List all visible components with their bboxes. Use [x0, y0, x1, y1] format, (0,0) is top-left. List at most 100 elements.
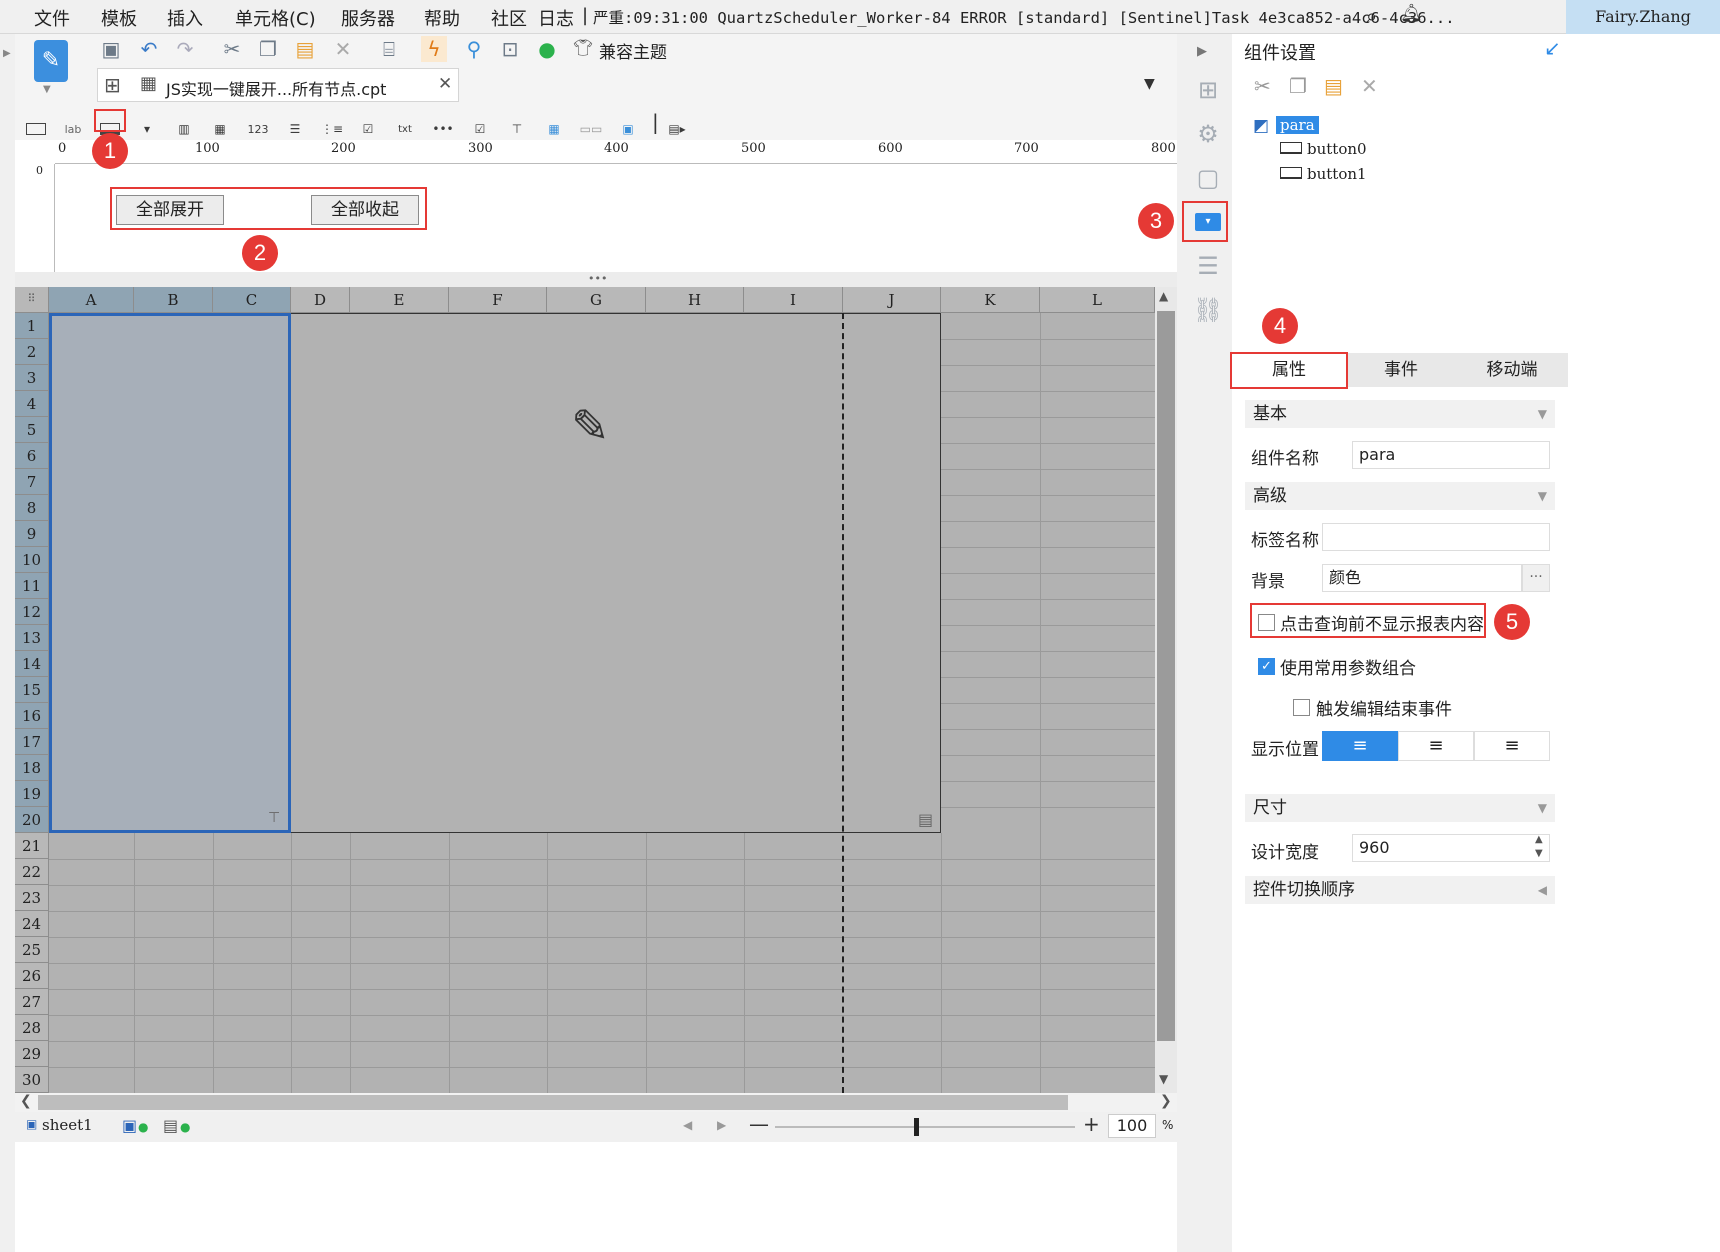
- column-header[interactable]: E: [350, 287, 449, 313]
- row-header[interactable]: 9: [15, 521, 49, 547]
- tab-events[interactable]: 事件: [1346, 353, 1456, 387]
- file-tab-label[interactable]: JS实现一键展开...所有节点.cpt: [166, 76, 386, 100]
- row-header[interactable]: 3: [15, 365, 49, 391]
- row-header[interactable]: 17: [15, 729, 49, 755]
- next-sheet-icon[interactable]: ▶: [717, 1118, 726, 1132]
- table-tree-widget-icon[interactable]: ▦: [541, 118, 567, 140]
- listbox-widget-icon[interactable]: ▥: [171, 118, 197, 140]
- log-message[interactable]: 严重:09:31:00 QuartzScheduler_Worker-84 ER…: [593, 6, 1483, 28]
- collapse-panel-icon[interactable]: ▶: [1197, 44, 1207, 59]
- column-header[interactable]: I: [744, 287, 843, 313]
- widget-library-icon[interactable]: ⚙: [1190, 116, 1226, 152]
- app-logo-icon[interactable]: ✎: [34, 40, 68, 82]
- zoom-slider-handle[interactable]: [914, 1118, 919, 1136]
- row-header[interactable]: 16: [15, 703, 49, 729]
- row-header[interactable]: 4: [15, 391, 49, 417]
- textbox-widget-icon[interactable]: [23, 118, 49, 140]
- row-header[interactable]: 23: [15, 885, 49, 911]
- column-header[interactable]: G: [547, 287, 646, 313]
- file-widget-icon[interactable]: ▣: [615, 118, 641, 140]
- column-header[interactable]: A: [49, 287, 134, 313]
- tree-node-button0[interactable]: button0: [1307, 140, 1367, 158]
- row-header[interactable]: 12: [15, 599, 49, 625]
- delete-icon[interactable]: ✕: [330, 36, 356, 62]
- row-header[interactable]: 18: [15, 755, 49, 781]
- use-common-params-label[interactable]: 使用常用参数组合: [1280, 654, 1416, 679]
- pin-icon[interactable]: ↙: [1544, 36, 1561, 60]
- radio-group-widget-icon[interactable]: ⋮≡: [319, 118, 345, 140]
- menu-file[interactable]: 文件: [34, 5, 70, 31]
- date-widget-icon[interactable]: ▦: [207, 118, 233, 140]
- row-header[interactable]: 30: [15, 1067, 49, 1093]
- dropdown-menu-icon[interactable]: ▼: [1144, 76, 1155, 92]
- row-header[interactable]: 28: [15, 1015, 49, 1041]
- row-header[interactable]: 6: [15, 443, 49, 469]
- frame-icon[interactable]: ▢: [1190, 160, 1226, 196]
- scroll-left-icon[interactable]: ❮: [20, 1093, 32, 1109]
- row-header[interactable]: 26: [15, 963, 49, 989]
- label-name-input[interactable]: [1322, 523, 1550, 551]
- checkbox-group-widget-icon[interactable]: ☑: [355, 118, 381, 140]
- spreadsheet-grid[interactable]: ⠿ A B C D E F G H I J K L 1 2 3 4 5 6 7 …: [15, 287, 1177, 1093]
- trigger-edit-end-checkbox[interactable]: [1293, 699, 1310, 716]
- scroll-up-icon[interactable]: ▲: [1159, 289, 1168, 303]
- select-all-icon[interactable]: ⠿: [15, 287, 49, 313]
- more-widgets-icon[interactable]: ▤▸: [664, 118, 690, 140]
- menu-help[interactable]: 帮助: [424, 5, 460, 31]
- row-header[interactable]: 14: [15, 651, 49, 677]
- row-header[interactable]: 22: [15, 859, 49, 885]
- grid-icon[interactable]: ⊞: [104, 73, 121, 97]
- tag-widget-icon[interactable]: ▭▭: [578, 118, 604, 140]
- align-left-button[interactable]: ≡: [1322, 731, 1398, 761]
- text-widget-icon[interactable]: txt: [392, 118, 418, 140]
- log-label[interactable]: 日志: [538, 5, 574, 31]
- menu-community[interactable]: 社区: [491, 5, 527, 31]
- row-header[interactable]: 15: [15, 677, 49, 703]
- column-header[interactable]: D: [291, 287, 350, 313]
- menu-insert[interactable]: 插入: [167, 5, 203, 31]
- column-header[interactable]: B: [134, 287, 213, 313]
- align-center-button[interactable]: ≡: [1398, 731, 1474, 761]
- close-icon[interactable]: ✕: [438, 74, 452, 94]
- zoom-slider[interactable]: [775, 1126, 1075, 1128]
- tab-mobile[interactable]: 移动端: [1456, 353, 1568, 387]
- h-scrollbar-thumb[interactable]: [38, 1095, 1068, 1110]
- link-icon[interactable]: ⛓: [1190, 292, 1226, 328]
- scroll-down-icon[interactable]: ▼: [1159, 1072, 1168, 1086]
- row-header[interactable]: 1: [15, 313, 49, 339]
- paste-icon[interactable]: ▤: [292, 36, 318, 62]
- column-header[interactable]: J: [843, 287, 941, 313]
- trigger-edit-end-label[interactable]: 触发编辑结束事件: [1316, 695, 1452, 720]
- sheet-tab[interactable]: sheet1: [42, 1116, 93, 1134]
- plugin-icon[interactable]: ⚲: [461, 36, 487, 62]
- row-header[interactable]: 24: [15, 911, 49, 937]
- row-header[interactable]: 21: [15, 833, 49, 859]
- bell-icon[interactable]: 🔔︎: [1400, 3, 1423, 24]
- section-size[interactable]: 尺寸 ▼: [1245, 794, 1555, 822]
- scroll-right-icon[interactable]: ❯: [1160, 1093, 1172, 1109]
- undo-icon[interactable]: ↶: [136, 36, 162, 62]
- zoom-input[interactable]: 100: [1108, 1114, 1156, 1138]
- textarea-widget-icon[interactable]: ☰: [282, 118, 308, 140]
- section-basic[interactable]: 基本 ▼: [1245, 400, 1555, 428]
- tree-widget-icon[interactable]: ⊤: [504, 118, 530, 140]
- row-header[interactable]: 2: [15, 339, 49, 365]
- check-circle-icon[interactable]: ●: [534, 36, 560, 62]
- prev-sheet-icon[interactable]: ◀: [683, 1118, 692, 1132]
- row-header[interactable]: 8: [15, 495, 49, 521]
- list-icon[interactable]: ☰: [1190, 248, 1226, 284]
- zoom-in-icon[interactable]: +: [1083, 1112, 1100, 1136]
- row-header[interactable]: 5: [15, 417, 49, 443]
- combobox-widget-icon[interactable]: ▾: [134, 118, 160, 140]
- search-icon[interactable]: ⌕: [1366, 4, 1377, 28]
- redo-icon[interactable]: ↷: [172, 36, 198, 62]
- background-select[interactable]: 颜色: [1322, 564, 1522, 592]
- spinner-up-icon[interactable]: ▲: [1535, 834, 1543, 845]
- label-widget-icon[interactable]: lab: [60, 118, 86, 140]
- user-name[interactable]: Fairy.Zhang: [1566, 0, 1720, 34]
- column-header[interactable]: K: [941, 287, 1040, 313]
- section-switch-order[interactable]: 控件切换顺序 ◀: [1245, 876, 1555, 904]
- save-icon[interactable]: ▣: [98, 36, 124, 62]
- align-right-button[interactable]: ≡: [1474, 731, 1550, 761]
- row-header[interactable]: 20: [15, 807, 49, 833]
